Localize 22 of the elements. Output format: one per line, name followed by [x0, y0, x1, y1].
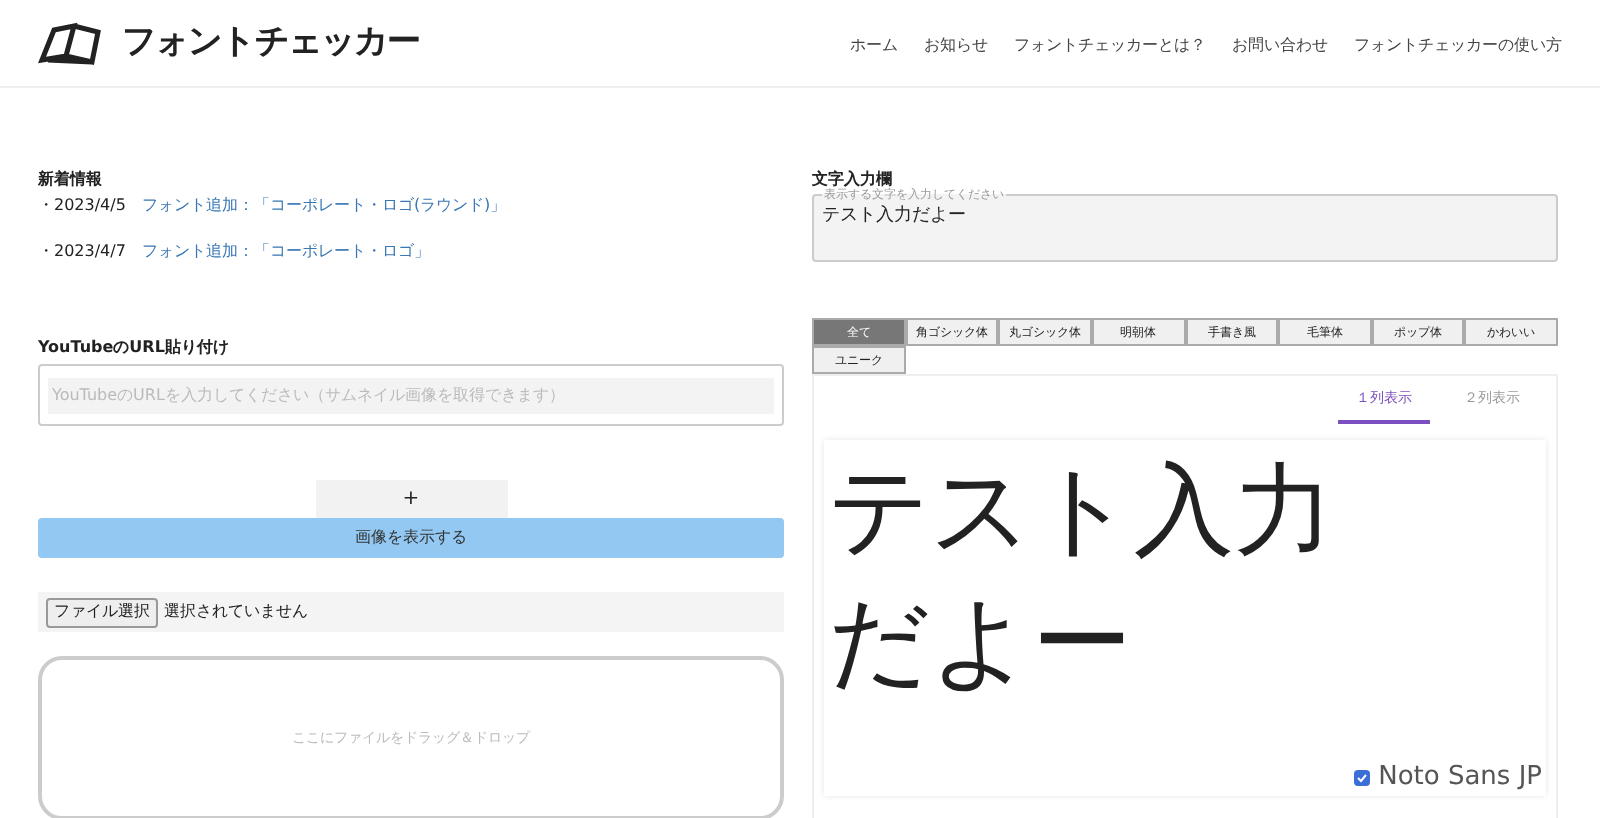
nav-link[interactable]: お問い合わせ — [1232, 33, 1328, 57]
logo-text: フォントチェッカー — [122, 19, 421, 66]
news-date: ・2023/4/7 — [38, 240, 126, 264]
nav-link[interactable]: フォントチェッカーの使い方 — [1354, 33, 1562, 57]
file-select-button[interactable]: ファイル選択 — [46, 597, 158, 627]
nav-link[interactable]: フォントチェッカーとは？ — [1014, 33, 1206, 57]
font-name: Noto Sans JP — [1378, 762, 1542, 792]
preview-text: テスト入力だよー — [828, 450, 1336, 704]
news-title: 新着情報 — [38, 168, 104, 192]
nav-link[interactable]: ホーム — [850, 33, 898, 57]
show-image-button[interactable]: 画像を表示する — [38, 518, 784, 558]
news-link[interactable]: フォント追加：「コーポレート・ロゴ(ラウンド)」 — [141, 194, 507, 218]
news-date: ・2023/4/5 — [38, 194, 126, 218]
nav-link[interactable]: お知らせ — [924, 33, 988, 57]
file-status: 選択されていません — [164, 600, 308, 624]
youtube-label: YouTubeのURL貼り付け — [38, 336, 231, 360]
text-input-label: 文字入力欄 — [812, 168, 894, 188]
font-checkbox[interactable] — [1354, 769, 1371, 785]
file-input[interactable]: ファイル選択 選択されていません — [38, 592, 784, 632]
add-button[interactable]: + — [315, 480, 507, 518]
news-link[interactable]: フォント追加：「コーポレート・ロゴ」 — [141, 240, 430, 264]
text-input-value: テスト入力だよー — [822, 204, 968, 230]
